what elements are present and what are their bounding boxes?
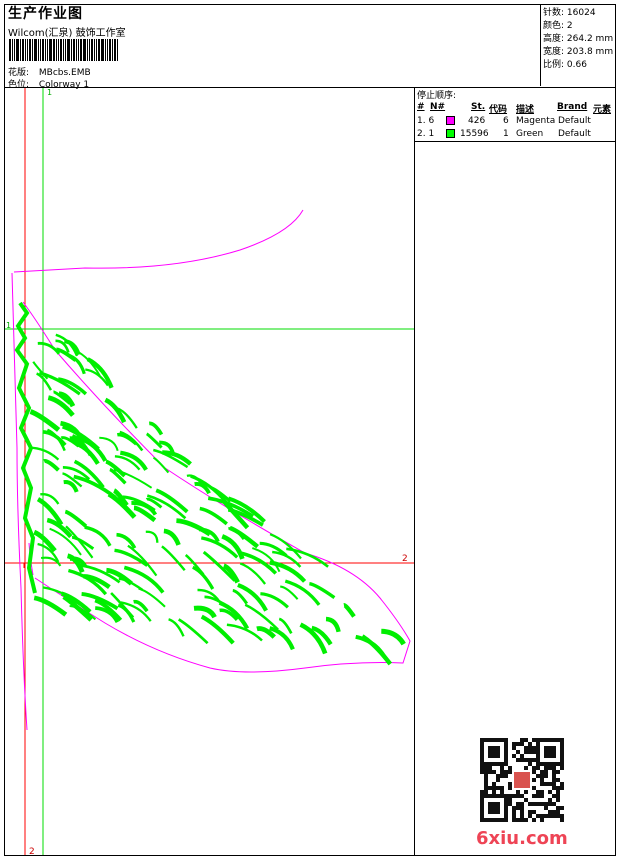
col-element: 元素 bbox=[593, 105, 612, 115]
row2-code: 1 bbox=[503, 129, 509, 139]
row1-desc: Magenta bbox=[516, 116, 556, 126]
spec-stitches: 针数: 16024 bbox=[543, 8, 596, 18]
spec-colors: 颜色: 2 bbox=[543, 21, 573, 31]
color-swatch-green bbox=[446, 129, 455, 138]
row1-code: 6 bbox=[503, 116, 509, 126]
stop-sequence-heading: 停止顺序: bbox=[417, 91, 457, 101]
red-h-label: 2 bbox=[402, 554, 408, 564]
page-title: 生产作业图 bbox=[8, 6, 83, 22]
col-num: # bbox=[417, 102, 425, 112]
row2-desc: Green bbox=[516, 129, 544, 139]
row1-brand: Default bbox=[558, 116, 591, 126]
design-canvas: 1 1 2 2 bbox=[5, 88, 414, 855]
col-code: 代码 bbox=[489, 105, 508, 115]
watermark-logo: 6xiu.com bbox=[476, 828, 568, 849]
table-divider bbox=[415, 141, 616, 142]
green-v-label: 1 bbox=[47, 88, 52, 97]
table-row: 1. 6 bbox=[417, 116, 435, 126]
header-info: 生产作业图 Wilcom(汇泉) 鼓饰工作室 花版: MBcbs.EMB 色位:… bbox=[6, 4, 540, 90]
green-h-label: 1 bbox=[6, 321, 11, 330]
col-desc: 描述 bbox=[516, 105, 535, 115]
col-stitches: St. bbox=[471, 102, 486, 112]
red-v-label: 2 bbox=[29, 847, 35, 855]
spec-height: 高度: 264.2 mm bbox=[543, 34, 614, 44]
barcode bbox=[9, 39, 129, 61]
qr-code bbox=[480, 738, 564, 822]
spec-scale: 比例: 0.66 bbox=[543, 60, 587, 70]
row2-brand: Default bbox=[558, 129, 591, 139]
color-swatch-magenta bbox=[446, 116, 455, 125]
green-stitches bbox=[14, 301, 406, 666]
row2-stitches: 15596 bbox=[460, 129, 489, 139]
company-name: Wilcom(汇泉) 鼓饰工作室 bbox=[8, 28, 126, 39]
spec-width: 宽度: 203.8 mm bbox=[543, 47, 614, 57]
row1-stitches: 426 bbox=[468, 116, 486, 126]
spec-panel: 针数: 16024 颜色: 2 高度: 264.2 mm 宽度: 203.8 m… bbox=[540, 4, 617, 86]
table-row: 2. 1 bbox=[417, 129, 435, 139]
col-n: N# bbox=[430, 102, 446, 112]
col-brand: Brand bbox=[557, 102, 588, 112]
